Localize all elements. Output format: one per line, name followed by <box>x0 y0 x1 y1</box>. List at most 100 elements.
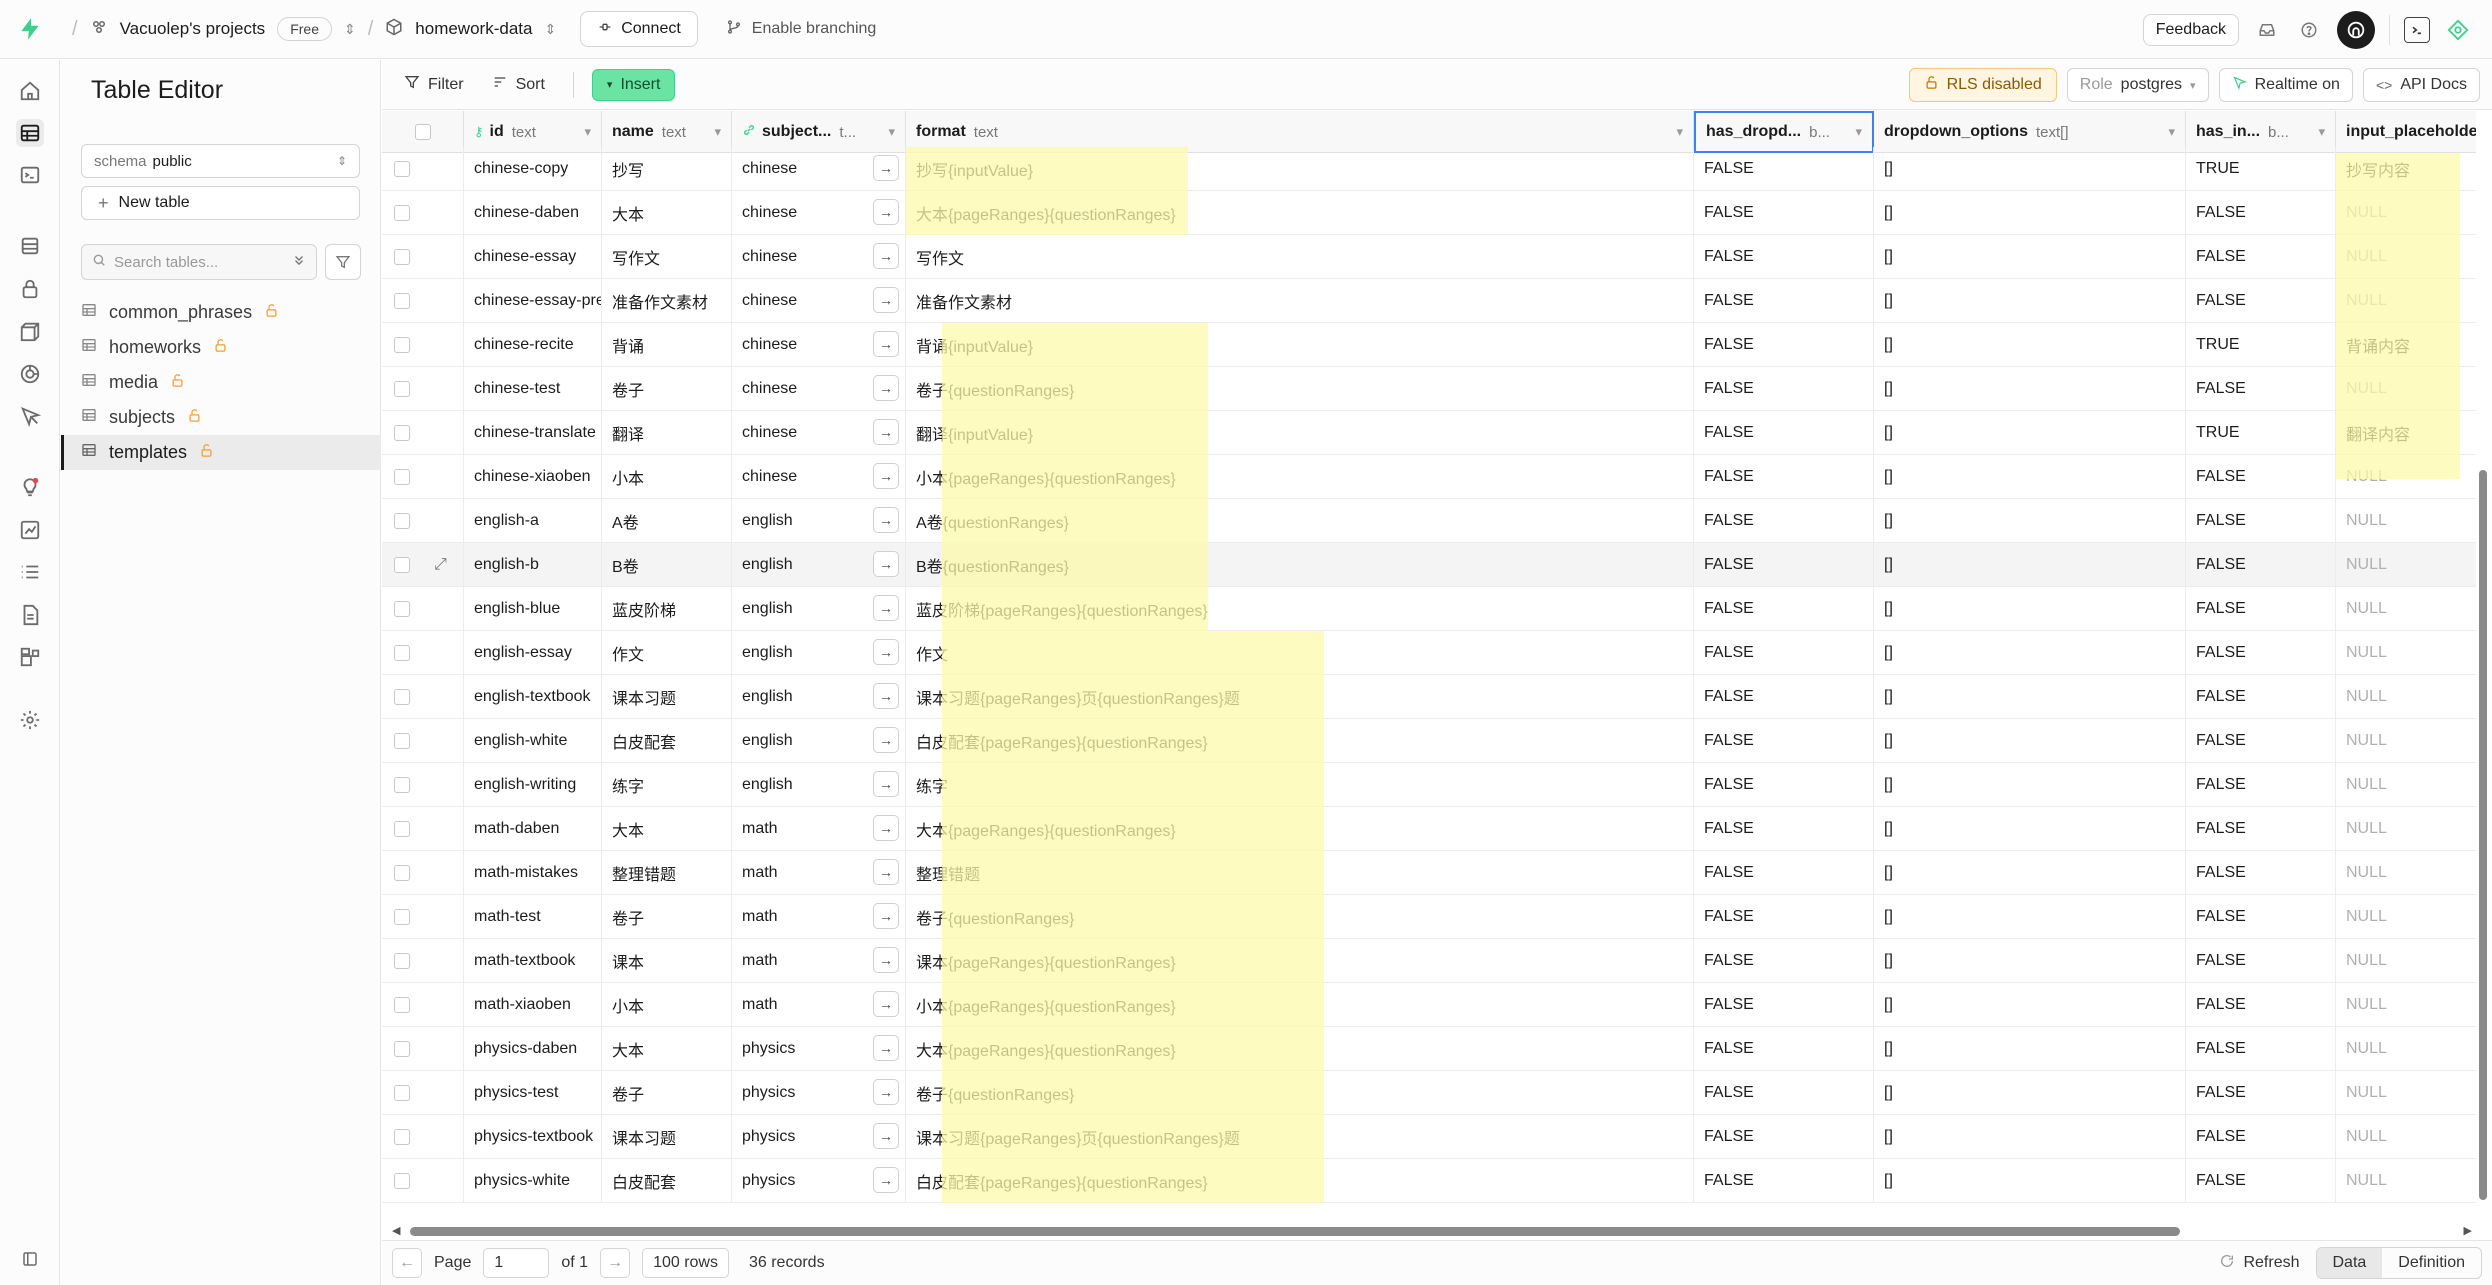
cell-input-placeholder[interactable]: NULL <box>2336 499 2476 543</box>
cell-has-dropdown[interactable]: FALSE <box>1694 807 1874 851</box>
row-checkbox[interactable] <box>394 953 410 969</box>
cell-id[interactable]: english-a <box>464 499 602 543</box>
cell-name[interactable]: 小本 <box>602 455 732 499</box>
cell-has-input[interactable]: FALSE <box>2186 675 2336 719</box>
cell-has-dropdown[interactable]: FALSE <box>1694 543 1874 587</box>
table-row[interactable]: chinese-copy 抄写 chinese → 抄写{inputValue} FALS… <box>382 147 2476 191</box>
cell-has-dropdown[interactable]: FALSE <box>1694 895 1874 939</box>
cell-has-input[interactable]: FALSE <box>2186 543 2336 587</box>
cell-dropdown-options[interactable]: [] <box>1874 851 2186 895</box>
realtime-button[interactable]: Realtime on <box>2218 68 2353 102</box>
cell-dropdown-options[interactable]: [] <box>1874 939 2186 983</box>
cell-dropdown-options[interactable]: [] <box>1874 411 2186 455</box>
table-row[interactable]: math-xiaoben 小本 math → 小本{pageRanges}{questi… <box>382 983 2476 1027</box>
cell-dropdown-options[interactable]: [] <box>1874 147 2186 191</box>
foreign-key-arrow-icon[interactable]: → <box>873 903 899 929</box>
cell-subject[interactable]: math → <box>732 851 906 895</box>
cell-id[interactable]: physics-daben <box>464 1027 602 1071</box>
row-checkbox[interactable] <box>394 249 410 265</box>
cell-id[interactable]: chinese-translate <box>464 411 602 455</box>
expand-row-icon[interactable]: ⤢ <box>434 556 447 574</box>
foreign-key-arrow-icon[interactable]: → <box>873 1079 899 1105</box>
cell-format[interactable]: 白皮配套{pageRanges}{questionRanges} <box>906 719 1694 763</box>
cell-name[interactable]: 卷子 <box>602 367 732 411</box>
cell-name[interactable]: 卷子 <box>602 895 732 939</box>
cell-subject[interactable]: physics → <box>732 1115 906 1159</box>
table-row[interactable]: math-test 卷子 math → 卷子{questionRanges} FALSE [… <box>382 895 2476 939</box>
foreign-key-arrow-icon[interactable]: → <box>873 243 899 269</box>
cell-format[interactable]: 小本{pageRanges}{questionRanges} <box>906 983 1694 1027</box>
cell-id[interactable]: math-xiaoben <box>464 983 602 1027</box>
cell-has-dropdown[interactable]: FALSE <box>1694 675 1874 719</box>
table-row[interactable]: chinese-recite 背诵 chinese → 背诵{inputValue} FA… <box>382 323 2476 367</box>
role-selector[interactable]: Role postgres ▾ <box>2066 68 2209 102</box>
cell-name[interactable]: 课本 <box>602 939 732 983</box>
cell-id[interactable]: chinese-xiaoben <box>464 455 602 499</box>
cell-format[interactable]: 翻译{inputValue} <box>906 411 1694 455</box>
row-checkbox[interactable] <box>394 469 410 485</box>
cell-format[interactable]: 卷子{questionRanges} <box>906 367 1694 411</box>
cell-input-placeholder[interactable]: NULL <box>2336 587 2476 631</box>
cell-has-dropdown[interactable]: FALSE <box>1694 851 1874 895</box>
cell-subject[interactable]: chinese → <box>732 235 906 279</box>
chevrons-down-icon[interactable] <box>292 253 306 271</box>
cell-format[interactable]: B卷{questionRanges} <box>906 543 1694 587</box>
cell-format[interactable]: A卷{questionRanges} <box>906 499 1694 543</box>
cell-has-dropdown[interactable]: FALSE <box>1694 1159 1874 1203</box>
cell-input-placeholder[interactable]: NULL <box>2336 895 2476 939</box>
cell-has-input[interactable]: FALSE <box>2186 983 2336 1027</box>
row-checkbox[interactable] <box>394 513 410 529</box>
foreign-key-arrow-icon[interactable]: → <box>873 639 899 665</box>
cell-subject[interactable]: chinese → <box>732 411 906 455</box>
cell-name[interactable]: 作文 <box>602 631 732 675</box>
cell-subject[interactable]: chinese → <box>732 147 906 191</box>
cell-name[interactable]: 大本 <box>602 1027 732 1071</box>
cell-format[interactable]: 抄写{inputValue} <box>906 147 1694 191</box>
row-checkbox[interactable] <box>394 1173 410 1189</box>
table-row[interactable]: math-daben 大本 math → 大本{pageRanges}{question… <box>382 807 2476 851</box>
table-row[interactable]: english-blue 蓝皮阶梯 english → 蓝皮阶梯{pageRanges}… <box>382 587 2476 631</box>
cell-has-input[interactable]: FALSE <box>2186 1115 2336 1159</box>
cell-input-placeholder[interactable]: NULL <box>2336 1027 2476 1071</box>
cell-name[interactable]: 课本习题 <box>602 675 732 719</box>
advisors-bulb-icon[interactable] <box>16 473 44 501</box>
cell-name[interactable]: 准备作文素材 <box>602 279 732 323</box>
cell-name[interactable]: 卷子 <box>602 1071 732 1115</box>
row-checkbox[interactable] <box>394 161 410 177</box>
cell-dropdown-options[interactable]: [] <box>1874 543 2186 587</box>
foreign-key-arrow-icon[interactable]: → <box>873 463 899 489</box>
cell-dropdown-options[interactable]: [] <box>1874 191 2186 235</box>
table-row[interactable]: physics-test 卷子 physics → 卷子{questionRanges}… <box>382 1071 2476 1115</box>
row-checkbox[interactable] <box>394 733 410 749</box>
cell-name[interactable]: A卷 <box>602 499 732 543</box>
cell-has-dropdown[interactable]: FALSE <box>1694 587 1874 631</box>
cell-format[interactable]: 大本{pageRanges}{questionRanges} <box>906 1027 1694 1071</box>
foreign-key-arrow-icon[interactable]: → <box>873 155 899 181</box>
cell-subject[interactable]: physics → <box>732 1159 906 1203</box>
cell-id[interactable]: english-textbook <box>464 675 602 719</box>
cell-format[interactable]: 白皮配套{pageRanges}{questionRanges} <box>906 1159 1694 1203</box>
storage-icon[interactable] <box>16 317 44 345</box>
cell-id[interactable]: math-test <box>464 895 602 939</box>
foreign-key-arrow-icon[interactable]: → <box>873 551 899 577</box>
table-row[interactable]: english-a A卷 english → A卷{questionRanges} FAL… <box>382 499 2476 543</box>
page-input[interactable]: 1 <box>483 1248 550 1278</box>
foreign-key-arrow-icon[interactable]: → <box>873 375 899 401</box>
cell-has-dropdown[interactable]: FALSE <box>1694 1115 1874 1159</box>
realtime-icon[interactable] <box>16 402 44 430</box>
cell-input-placeholder[interactable]: NULL <box>2336 719 2476 763</box>
cell-format[interactable]: 整理错题 <box>906 851 1694 895</box>
table-row[interactable]: physics-white 白皮配套 physics → 白皮配套{pageRanges… <box>382 1159 2476 1203</box>
cell-dropdown-options[interactable]: [] <box>1874 279 2186 323</box>
cell-id[interactable]: chinese-essay <box>464 235 602 279</box>
cell-name[interactable]: 练字 <box>602 763 732 807</box>
cell-subject[interactable]: chinese → <box>732 455 906 499</box>
cell-has-dropdown[interactable]: FALSE <box>1694 235 1874 279</box>
cell-format[interactable]: 课本{pageRanges}{questionRanges} <box>906 939 1694 983</box>
cell-format[interactable]: 作文 <box>906 631 1694 675</box>
next-page-button[interactable]: → <box>600 1248 631 1278</box>
terminal-icon[interactable] <box>2404 16 2430 43</box>
cell-name[interactable]: 蓝皮阶梯 <box>602 587 732 631</box>
cell-has-input[interactable]: FALSE <box>2186 1159 2336 1203</box>
cell-id[interactable]: english-b <box>464 543 602 587</box>
